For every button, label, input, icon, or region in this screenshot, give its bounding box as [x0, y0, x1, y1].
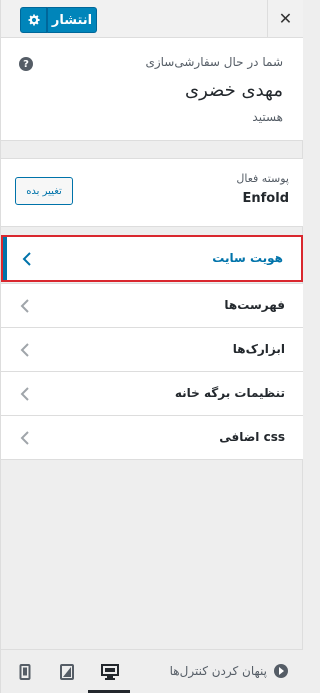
chevron-left-icon	[22, 252, 31, 266]
close-button[interactable]: ✕	[267, 0, 303, 37]
help-icon[interactable]: ?	[19, 57, 33, 71]
active-theme-section: پوسته فعال Enfold تغییر بده	[1, 158, 303, 227]
mobile-icon	[19, 664, 31, 680]
menu-item-label: فهرست‌ها	[224, 298, 285, 312]
menu-item-site-identity[interactable]: هویت سایت	[1, 235, 303, 282]
mobile-preview-button[interactable]	[15, 662, 35, 682]
menu-item-homepage-settings[interactable]: تنظیمات برگه خانه	[1, 371, 303, 416]
close-icon: ✕	[278, 9, 293, 28]
desktop-icon	[101, 664, 119, 680]
chevron-left-icon	[20, 431, 29, 445]
customizing-suffix: هستید	[252, 110, 283, 124]
menu-item-menus[interactable]: فهرست‌ها	[1, 283, 303, 328]
publish-group: انتشار	[20, 7, 97, 33]
collapse-sidebar-label[interactable]: پنهان کردن کنترل‌ها	[170, 664, 267, 678]
menu-item-label: css اضافی	[219, 430, 285, 444]
tablet-preview-button[interactable]	[57, 662, 77, 682]
menu-item-label: تنظیمات برگه خانه	[174, 386, 285, 400]
chevron-left-icon	[20, 343, 29, 357]
publish-settings-button[interactable]	[20, 7, 47, 33]
chevron-left-icon	[20, 387, 29, 401]
tablet-icon	[60, 664, 74, 680]
customizing-label: شما در حال سفارشی‌سازی	[145, 55, 283, 69]
desktop-preview-button[interactable]	[88, 662, 130, 693]
active-theme-name: Enfold	[242, 191, 289, 206]
active-theme-label: پوسته فعال	[236, 172, 289, 185]
customizer-footer: پنهان کردن کنترل‌ها	[1, 649, 303, 693]
gear-icon	[27, 14, 40, 26]
change-theme-button[interactable]: تغییر بده	[15, 177, 73, 205]
menu-item-label: هویت سایت	[212, 251, 283, 265]
customizing-info: شما در حال سفارشی‌سازی مهدی خضری هستید ?	[1, 38, 303, 141]
site-title: مهدی خضری	[185, 80, 283, 101]
chevron-left-icon	[20, 299, 29, 313]
customizer-header: انتشار ✕	[1, 0, 303, 38]
customizer-menu: هویت سایت فهرست‌ها ابزارک‌ها تنظیمات برگ…	[1, 235, 303, 460]
publish-button[interactable]: انتشار	[47, 7, 97, 33]
menu-item-additional-css[interactable]: css اضافی	[1, 415, 303, 460]
customizer-panel: انتشار ✕ شما در حال سفارشی‌سازی مهدی خضر…	[0, 0, 303, 693]
menu-item-widgets[interactable]: ابزارک‌ها	[1, 327, 303, 372]
collapse-arrow-icon[interactable]	[274, 664, 288, 678]
menu-item-label: ابزارک‌ها	[232, 342, 285, 356]
